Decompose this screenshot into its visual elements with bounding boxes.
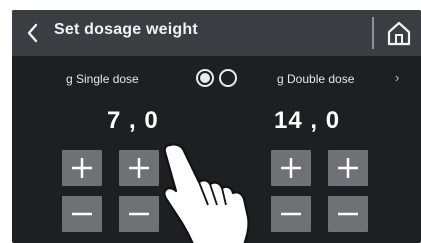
single-dose-label: g Single dose <box>66 72 139 86</box>
next-page-arrow[interactable]: › <box>395 70 399 85</box>
double-dose-label: g Double dose <box>277 72 355 86</box>
plus-icon <box>338 158 358 178</box>
single-dose-fine-minus-button[interactable] <box>119 196 159 232</box>
header-bar: Set dosage weight <box>12 10 421 56</box>
double-dose-fine-plus-button[interactable] <box>328 150 368 186</box>
plus-icon <box>72 158 92 178</box>
plus-icon <box>129 158 149 178</box>
radio-single-dose[interactable] <box>196 69 214 87</box>
header-divider <box>372 17 374 49</box>
radio-double-dose[interactable] <box>219 69 237 87</box>
home-button[interactable] <box>384 18 414 48</box>
pointing-hand-icon <box>163 143 250 243</box>
minus-icon <box>338 212 358 216</box>
minus-icon <box>281 212 301 216</box>
dose-mode-selector <box>194 69 244 89</box>
single-dose-coarse-minus-button[interactable] <box>62 196 102 232</box>
back-button[interactable] <box>22 19 44 47</box>
chevron-left-icon <box>27 23 38 43</box>
minus-icon <box>72 212 92 216</box>
single-dose-coarse-plus-button[interactable] <box>62 150 102 186</box>
page-title: Set dosage weight <box>54 21 198 38</box>
device-screen: Set dosage weight g Single dose g Double… <box>12 10 421 243</box>
single-dose-value: 7 , 0 <box>107 107 159 134</box>
double-dose-coarse-plus-button[interactable] <box>271 150 311 186</box>
plus-icon <box>281 158 301 178</box>
double-dose-coarse-minus-button[interactable] <box>271 196 311 232</box>
double-dose-fine-minus-button[interactable] <box>328 196 368 232</box>
single-dose-fine-plus-button[interactable] <box>119 150 159 186</box>
home-icon <box>387 21 411 46</box>
minus-icon <box>129 212 149 216</box>
double-dose-value: 14 , 0 <box>274 107 341 134</box>
